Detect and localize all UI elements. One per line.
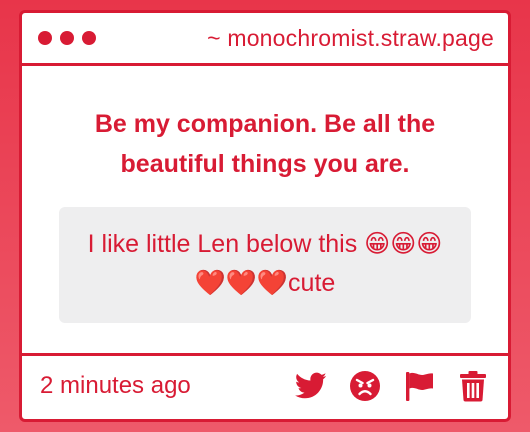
message-content: Be my companion. Be all the beautiful th… bbox=[22, 66, 508, 356]
window-dot bbox=[38, 31, 52, 45]
timestamp: 2 minutes ago bbox=[40, 372, 191, 399]
message-footer: 2 minutes ago bbox=[22, 356, 508, 416]
question-text: Be my companion. Be all the beautiful th… bbox=[94, 110, 436, 178]
trash-icon[interactable] bbox=[456, 369, 490, 403]
answer-box: I like little Len below this 😁😁😁❤️❤️❤️cu… bbox=[59, 207, 471, 323]
window-dot bbox=[82, 31, 96, 45]
angry-face-icon[interactable] bbox=[348, 369, 382, 403]
site-label[interactable]: ~ monochromist.straw.page bbox=[207, 25, 494, 52]
message-card: ~ monochromist.straw.page Be my companio… bbox=[19, 10, 511, 422]
action-bar bbox=[294, 369, 490, 403]
window-dot bbox=[60, 31, 74, 45]
twitter-icon[interactable] bbox=[294, 369, 328, 403]
window-dots bbox=[38, 31, 96, 45]
window-titlebar: ~ monochromist.straw.page bbox=[22, 13, 508, 66]
flag-icon[interactable] bbox=[402, 369, 436, 403]
answer-text: I like little Len below this 😁😁😁❤️❤️❤️cu… bbox=[87, 230, 443, 297]
